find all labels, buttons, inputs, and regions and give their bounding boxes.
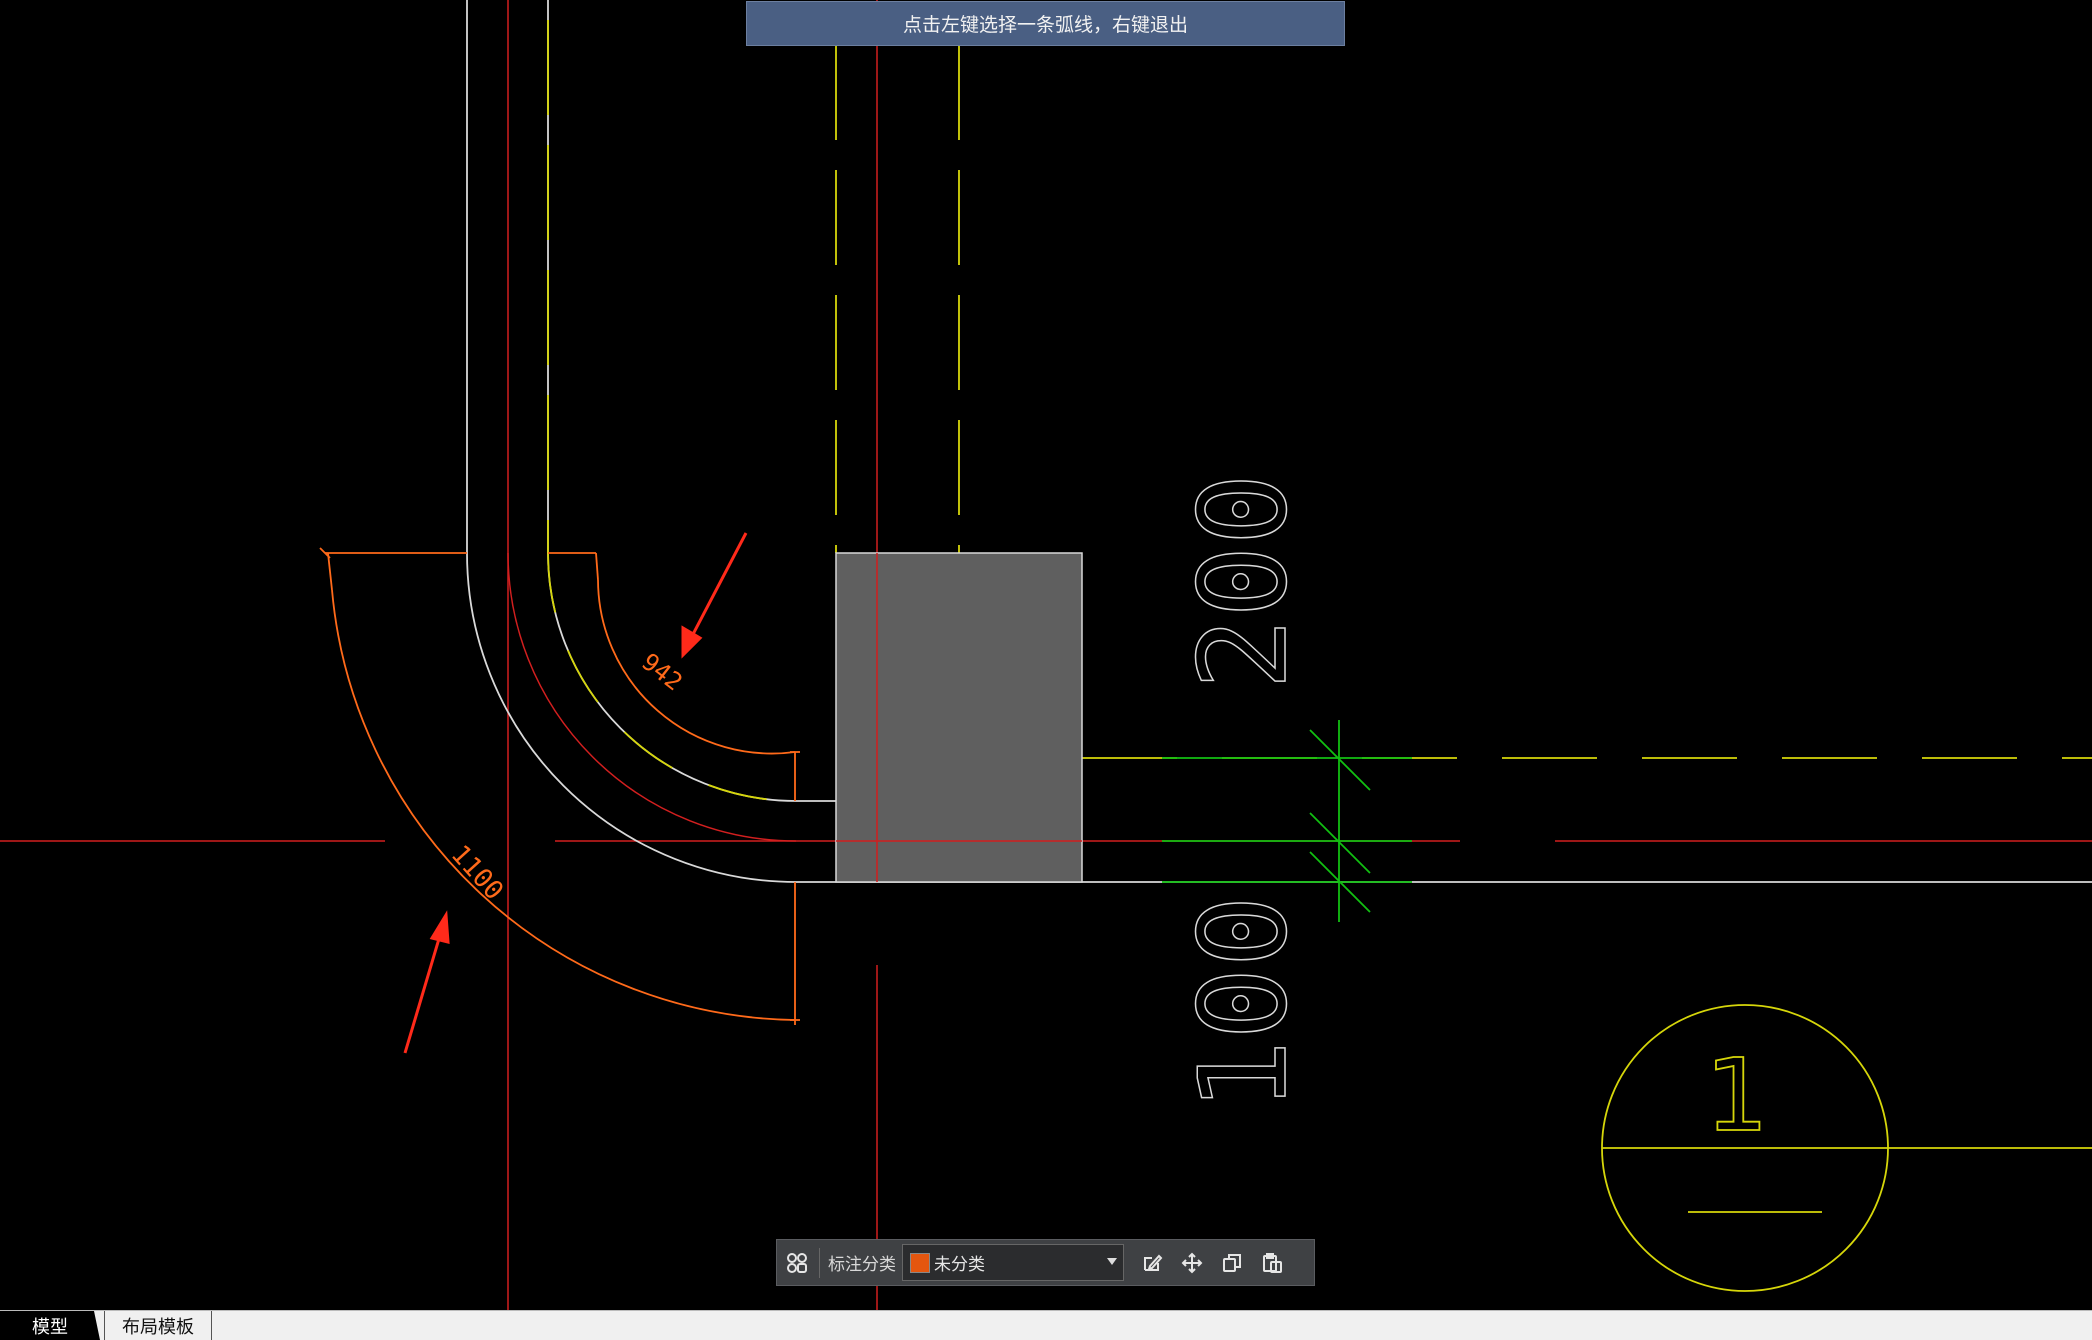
paste-icon[interactable] bbox=[1252, 1240, 1292, 1285]
tab-layout-template-label: 布局模板 bbox=[122, 1316, 194, 1338]
thickness-dimension-ticks bbox=[1162, 720, 1412, 922]
copy-icon[interactable] bbox=[1212, 1240, 1252, 1285]
toolbar-divider bbox=[819, 1247, 820, 1278]
arc-length-942-label: 942 bbox=[636, 648, 687, 697]
chevron-down-icon bbox=[1107, 1258, 1117, 1265]
arc-dimension-outer[interactable] bbox=[319, 547, 800, 1025]
thickness-100-label: 100 bbox=[1175, 895, 1314, 1112]
layout-tab-bar: 模型 布局模板 bbox=[0, 1310, 2092, 1340]
grid-icon[interactable] bbox=[777, 1240, 817, 1285]
structural-column[interactable] bbox=[835, 552, 1083, 883]
tab-model[interactable]: 模型 bbox=[0, 1311, 100, 1340]
cad-drawing-canvas[interactable]: 942 1100 200 100 1 bbox=[0, 0, 2092, 1310]
thickness-200-label: 200 bbox=[1175, 473, 1314, 690]
wall-lines bbox=[466, 0, 2092, 883]
prompt-text: 点击左键选择一条弧线，右键退出 bbox=[902, 14, 1188, 36]
section-number-label: 1 bbox=[1705, 1037, 1769, 1154]
category-dropdown-value: 未分类 bbox=[934, 1255, 985, 1275]
yellow-dashed-lines bbox=[547, 20, 2092, 802]
edit-icon[interactable] bbox=[1132, 1240, 1172, 1285]
annotation-arrows bbox=[403, 532, 748, 1054]
category-label: 标注分类 bbox=[828, 1255, 896, 1275]
arc-length-1100-label: 1100 bbox=[445, 840, 509, 907]
category-dropdown[interactable]: 未分类 bbox=[902, 1244, 1124, 1281]
move-icon[interactable] bbox=[1172, 1240, 1212, 1285]
tab-model-label: 模型 bbox=[32, 1316, 68, 1338]
section-symbol[interactable]: 1 bbox=[1601, 1004, 2092, 1292]
tab-layout-template[interactable]: 布局模板 bbox=[104, 1311, 212, 1340]
annotation-toolbar: 标注分类 未分类 bbox=[776, 1239, 1315, 1286]
command-prompt-bar: 点击左键选择一条弧线，右键退出 bbox=[746, 1, 1345, 46]
category-color-swatch bbox=[910, 1252, 930, 1273]
